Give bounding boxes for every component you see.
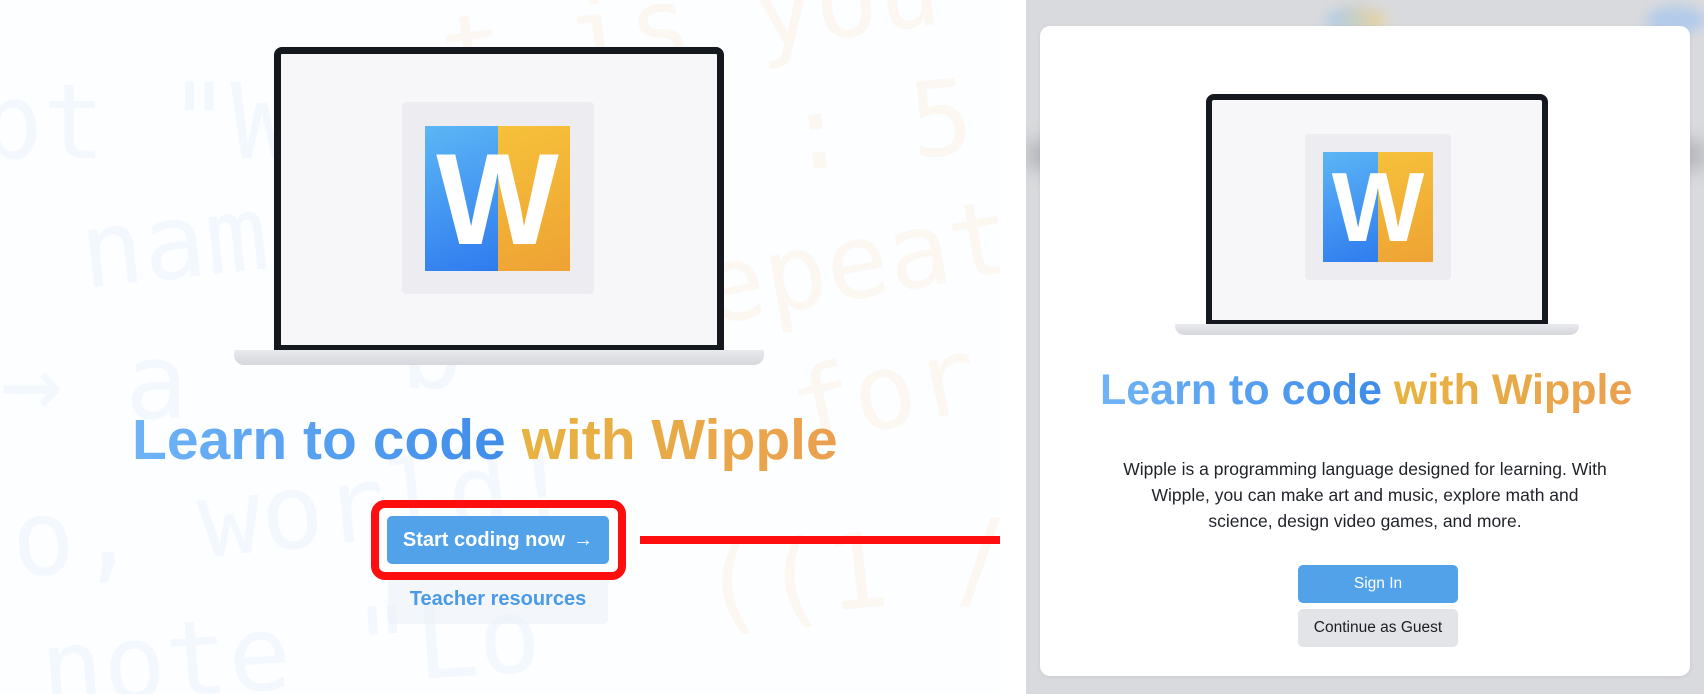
- page-title: Learn to code with Wipple: [132, 407, 838, 473]
- wipple-logo-icon: W: [425, 126, 570, 271]
- teacher-resources-link[interactable]: Teacher resources: [388, 576, 608, 624]
- title-part-orange: with Wipple: [521, 408, 838, 472]
- annotation-arrow-icon: [640, 536, 1000, 544]
- arrow-right-icon: →: [573, 528, 594, 551]
- landing-page: pt "W t is you n : 5 nam epeat → a b for…: [0, 0, 1000, 694]
- composite-screenshot: pt "W t is you n : 5 nam epeat → a b for…: [0, 0, 1704, 694]
- sign-in-label: Sign In: [1353, 575, 1403, 592]
- laptop-base: [234, 350, 764, 365]
- modal-title: Learn to code with Wipple: [1100, 366, 1632, 415]
- teacher-resources-label: Teacher resources: [409, 588, 587, 610]
- start-coding-label: Start coding now: [402, 528, 566, 551]
- modal-title-part-blue: Learn to code: [1100, 366, 1382, 414]
- continue-as-guest-button[interactable]: Continue as Guest: [1298, 609, 1458, 647]
- modal-description: Wipple is a programming language designe…: [1123, 459, 1607, 531]
- modal-laptop-base: [1175, 324, 1579, 335]
- wipple-logo-icon: W: [1323, 152, 1433, 262]
- start-coding-button[interactable]: Start coding now →: [387, 516, 609, 564]
- background-code-line: pt "W: [0, 61, 294, 183]
- modal-logo-letter: W: [1331, 152, 1425, 262]
- sign-in-modal: W Learn to code with Wipple Wipple is a …: [1040, 26, 1690, 676]
- modal-title-part-orange: with Wipple: [1393, 366, 1633, 414]
- logo-letter: W: [436, 126, 559, 271]
- background-code-line: nam: [74, 171, 274, 313]
- continue-as-guest-label: Continue as Guest: [1313, 619, 1443, 636]
- background-code-line: epeat: [691, 174, 1000, 350]
- title-part-blue: Learn to code: [132, 408, 506, 472]
- sign-in-dialog-screen: W Learn to code with Wipple Wipple is a …: [1026, 0, 1704, 694]
- sign-in-button[interactable]: Sign In: [1298, 565, 1458, 603]
